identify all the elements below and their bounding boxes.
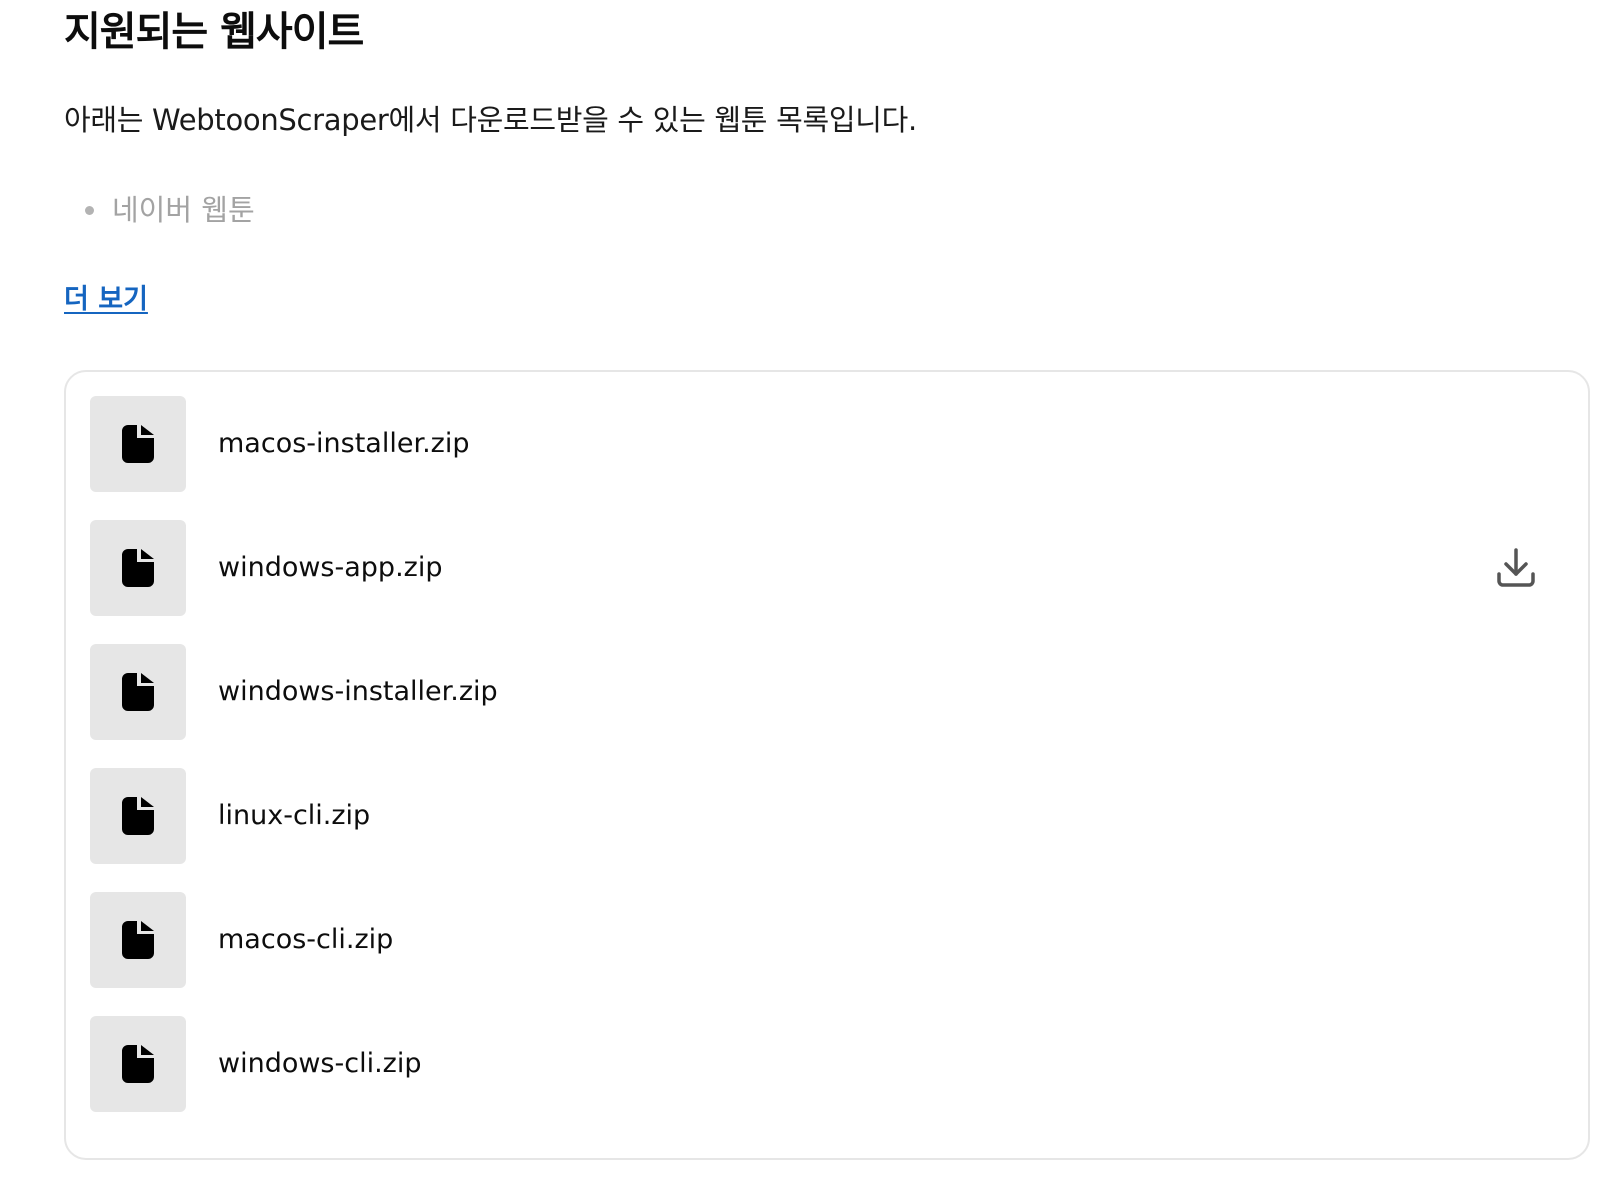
list-item: 네이버 웹툰: [64, 190, 255, 230]
file-thumbnail: [90, 1016, 186, 1112]
file-name: macos-cli.zip: [218, 924, 394, 955]
page-title: 지원되는 웹사이트: [64, 9, 364, 55]
supported-sites-list: 네이버 웹툰: [64, 190, 255, 230]
file-icon: [122, 921, 154, 959]
download-button[interactable]: [1492, 544, 1540, 592]
download-icon: [1497, 548, 1535, 587]
file-list-card: macos-installer.zip windows-app.zip wind…: [64, 370, 1590, 1160]
file-icon: [122, 425, 154, 463]
file-name: windows-installer.zip: [218, 676, 498, 707]
bullet-icon: [85, 206, 94, 215]
file-name: linux-cli.zip: [218, 800, 371, 831]
file-icon: [122, 549, 154, 587]
file-icon: [122, 1045, 154, 1083]
file-thumbnail: [90, 396, 186, 492]
page: 지원되는 웹사이트 아래는 WebtoonScraper에서 다운로드받을 수 …: [0, 0, 1624, 1190]
file-thumbnail: [90, 520, 186, 616]
file-item-windows-installer[interactable]: windows-installer.zip: [90, 644, 1564, 740]
file-item-windows-app[interactable]: windows-app.zip: [90, 520, 1564, 616]
file-name: windows-app.zip: [218, 552, 443, 583]
file-thumbnail: [90, 768, 186, 864]
file-name: macos-installer.zip: [218, 428, 470, 459]
file-item-linux-cli[interactable]: linux-cli.zip: [90, 768, 1564, 864]
file-icon: [122, 673, 154, 711]
file-thumbnail: [90, 644, 186, 740]
file-icon: [122, 797, 154, 835]
file-item-macos-cli[interactable]: macos-cli.zip: [90, 892, 1564, 988]
file-thumbnail: [90, 892, 186, 988]
file-item-windows-cli[interactable]: windows-cli.zip: [90, 1016, 1564, 1112]
file-item-macos-installer[interactable]: macos-installer.zip: [90, 396, 1564, 492]
more-link[interactable]: 더 보기: [64, 282, 148, 318]
intro-text: 아래는 WebtoonScraper에서 다운로드받을 수 있는 웹툰 목록입니…: [64, 103, 917, 137]
site-label: 네이버 웹툰: [112, 193, 255, 227]
file-name: windows-cli.zip: [218, 1048, 422, 1079]
